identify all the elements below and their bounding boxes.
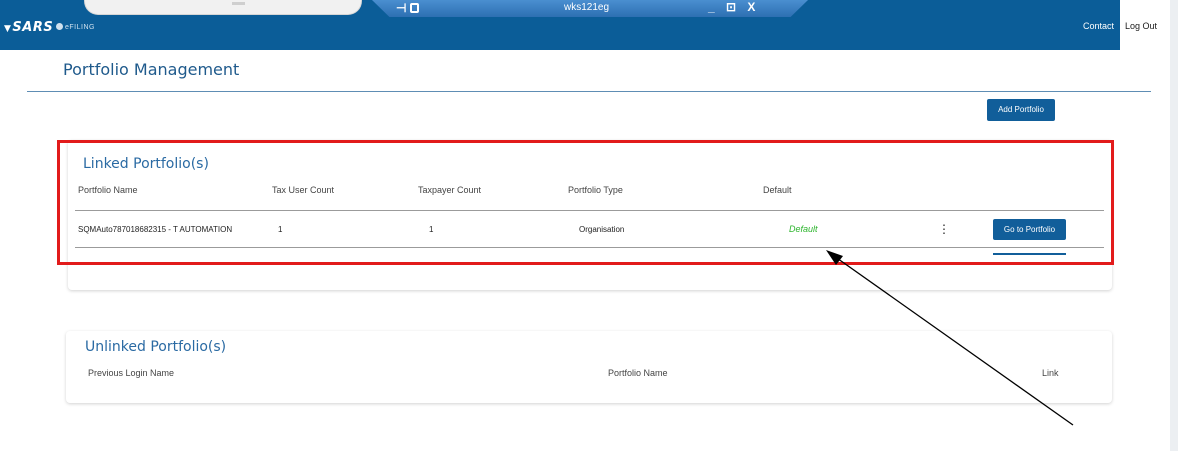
arrow-head — [826, 250, 843, 265]
annotation-arrow — [826, 250, 1074, 426]
page-root: ▼SARS eFILING ⊣ wks121eg _ ⊡ X Contact L… — [0, 0, 1178, 451]
arrow-shaft — [833, 255, 1074, 426]
